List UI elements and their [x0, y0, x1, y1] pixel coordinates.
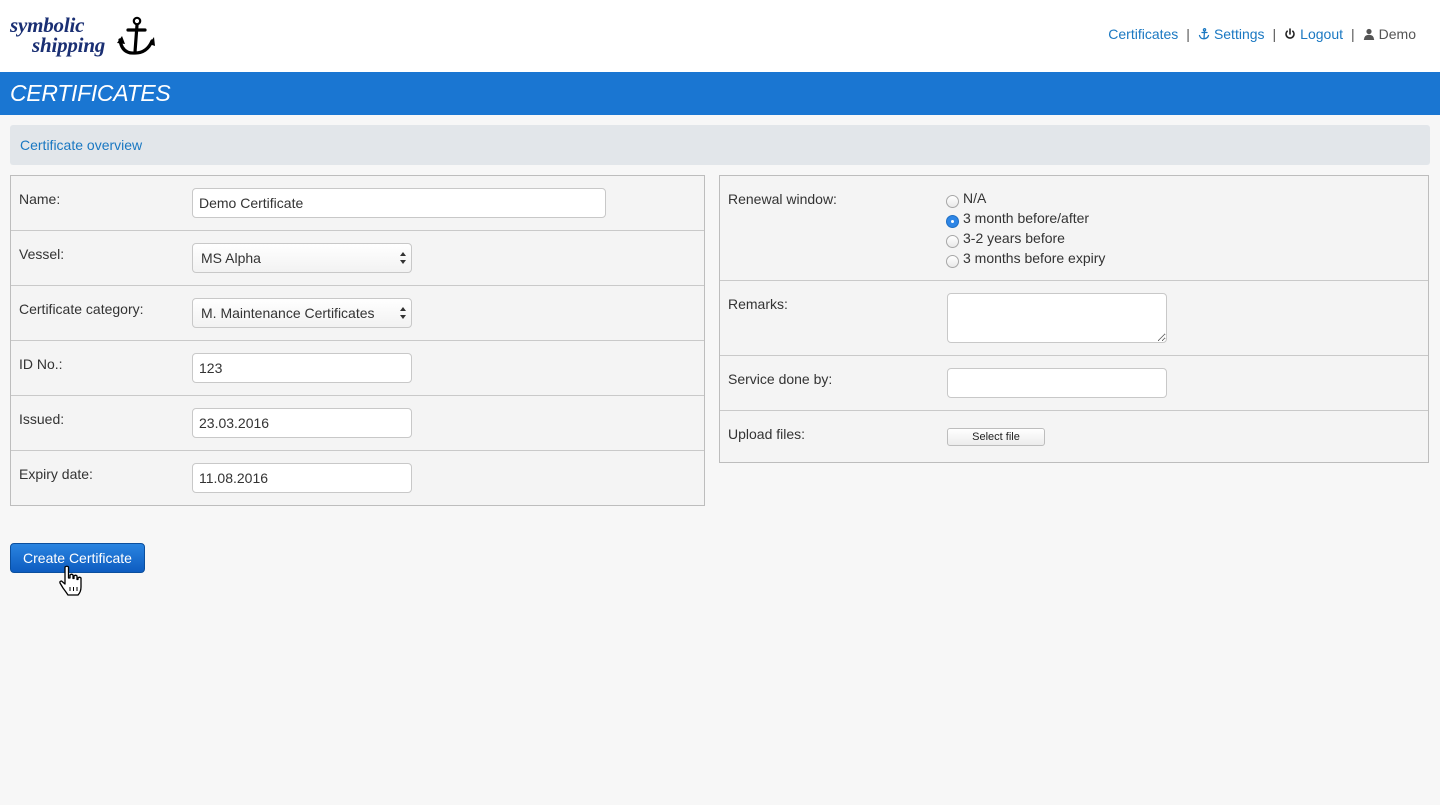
- vessel-label: Vessel:: [19, 246, 65, 262]
- anchor-icon: [117, 16, 155, 55]
- select-file-button[interactable]: Select file: [947, 428, 1045, 446]
- radio-button-selected[interactable]: [946, 214, 959, 228]
- issued-row: Issued:: [11, 396, 704, 451]
- expiry-date-input[interactable]: [192, 463, 412, 493]
- issued-label: Issued:: [19, 411, 65, 427]
- user-icon: [1363, 28, 1374, 40]
- power-icon: [1285, 28, 1295, 39]
- id-input[interactable]: [192, 353, 412, 383]
- vessel-row: Vessel: MS Alpha: [11, 231, 704, 286]
- category-selected-value: M. Maintenance Certificates: [201, 305, 375, 321]
- remarks-row: Remarks:: [720, 281, 1428, 356]
- expiry-label: Expiry date:: [19, 466, 93, 482]
- user-name: Demo: [1378, 26, 1416, 42]
- hand-pointer-icon: [59, 565, 82, 596]
- certificate-extra-panel: Renewal window: N/A 3 month before/after…: [719, 175, 1429, 463]
- page-title-band: CERTIFICATES: [0, 72, 1440, 115]
- radio-button[interactable]: [946, 194, 959, 208]
- select-arrows-icon: [400, 307, 406, 319]
- id-label: ID No.:: [19, 356, 63, 372]
- renewal-label: Renewal window:: [728, 191, 837, 207]
- nav-settings-label: Settings: [1213, 26, 1265, 42]
- renewal-option-na[interactable]: N/A: [946, 188, 986, 208]
- radio-button[interactable]: [946, 254, 959, 268]
- select-arrows-icon: [400, 252, 406, 264]
- nav-logout-link[interactable]: Logout: [1284, 26, 1343, 42]
- vessel-selected-value: MS Alpha: [201, 250, 261, 266]
- nav-logout-label: Logout: [1300, 26, 1343, 42]
- category-select[interactable]: M. Maintenance Certificates: [192, 298, 412, 328]
- top-bar: symbolic shipping Certificates | Setting…: [0, 0, 1440, 72]
- user-menu[interactable]: Demo: [1363, 26, 1416, 42]
- category-label: Certificate category:: [19, 301, 144, 317]
- category-row: Certificate category: M. Maintenance Cer…: [11, 286, 704, 341]
- service-label: Service done by:: [728, 371, 833, 387]
- service-input[interactable]: [947, 368, 1167, 398]
- upload-label: Upload files:: [728, 426, 806, 442]
- service-row: Service done by:: [720, 356, 1428, 411]
- remarks-label: Remarks:: [728, 296, 788, 312]
- renewal-option-3-2-years[interactable]: 3-2 years before: [946, 228, 1065, 248]
- brand-logo[interactable]: symbolic shipping: [10, 13, 160, 60]
- expiry-row: Expiry date:: [11, 451, 704, 505]
- nav-separator: |: [1351, 26, 1355, 42]
- brand-line-2: shipping: [32, 33, 106, 57]
- nav-separator: |: [1186, 26, 1190, 42]
- certificate-details-panel: Name: Vessel: MS Alpha Certificate categ…: [10, 175, 705, 506]
- page-title: CERTIFICATES: [10, 80, 171, 106]
- issued-date-input[interactable]: [192, 408, 412, 438]
- nav-certificates-label: Certificates: [1108, 26, 1179, 42]
- top-navigation: Certificates | Settings | Logout | Demo: [1108, 24, 1416, 44]
- renewal-option-label: 3 months before expiry: [963, 250, 1106, 266]
- renewal-option-label: 3-2 years before: [963, 230, 1065, 246]
- renewal-row: Renewal window: N/A 3 month before/after…: [720, 176, 1428, 281]
- nav-separator: |: [1272, 26, 1277, 42]
- anchor-small-icon: [1198, 28, 1210, 40]
- name-label: Name:: [19, 191, 61, 207]
- vessel-select[interactable]: MS Alpha: [192, 243, 412, 273]
- upload-row: Upload files: Select file: [720, 411, 1428, 462]
- radio-button[interactable]: [946, 234, 959, 248]
- renewal-option-3-month[interactable]: 3 month before/after: [946, 208, 1089, 228]
- name-row: Name:: [11, 176, 704, 231]
- remarks-textarea[interactable]: [947, 293, 1167, 343]
- nav-settings-link[interactable]: Settings: [1198, 26, 1265, 42]
- id-row: ID No.:: [11, 341, 704, 396]
- name-input[interactable]: [192, 188, 606, 218]
- overview-bar: Certificate overview: [10, 125, 1430, 165]
- renewal-option-label: 3 month before/after: [963, 210, 1090, 226]
- certificate-overview-link[interactable]: Certificate overview: [20, 137, 142, 153]
- renewal-option-3-months-expiry[interactable]: 3 months before expiry: [946, 248, 1105, 268]
- nav-certificates-link[interactable]: Certificates: [1108, 26, 1178, 42]
- renewal-option-label: N/A: [963, 190, 987, 206]
